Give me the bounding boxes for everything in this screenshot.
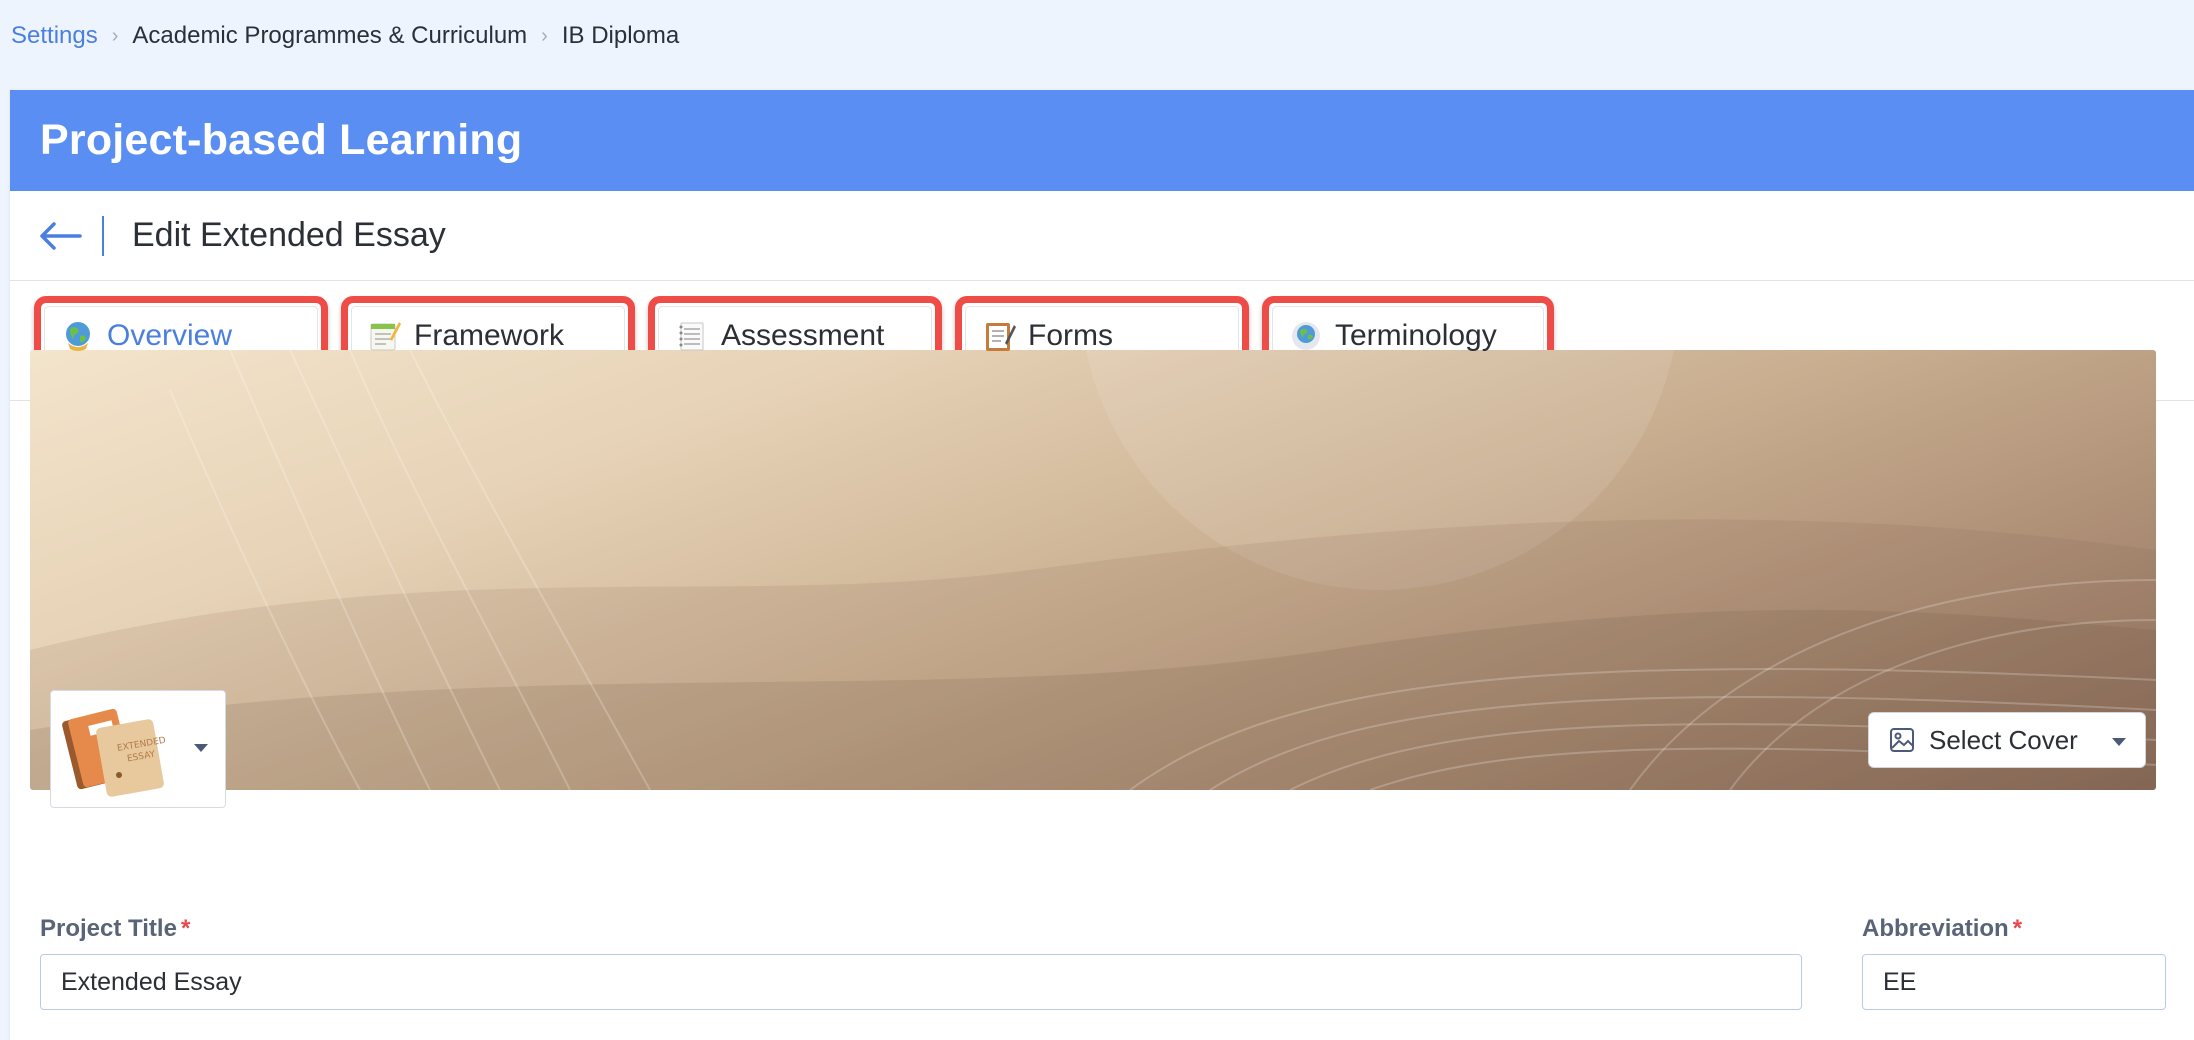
project-title-value: Extended Essay	[61, 967, 242, 996]
tab-framework-label: Framework	[414, 319, 565, 352]
subheader-title: Edit Extended Essay	[132, 216, 446, 254]
globe-icon	[1292, 322, 1320, 350]
page-header: Project-based Learning	[10, 90, 2194, 191]
page-title: Project-based Learning	[40, 116, 523, 164]
tab-assessment-label: Assessment	[721, 319, 885, 352]
project-title-label-text: Project Title	[40, 915, 177, 942]
tab-overview-label: Overview	[107, 319, 233, 352]
breadcrumb-settings[interactable]: Settings	[11, 22, 98, 50]
project-title-input[interactable]: Extended Essay	[40, 954, 1802, 1010]
required-mark: *	[180, 915, 191, 942]
globe-icon	[66, 322, 90, 351]
select-cover-label: Select Cover	[1929, 724, 2078, 755]
back-button[interactable]	[38, 214, 82, 258]
required-mark: *	[2012, 915, 2023, 942]
caret-down-icon	[2112, 738, 2126, 746]
tab-terminology-label: Terminology	[1335, 319, 1497, 352]
notebook-icon: EXTENDED ESSAY	[62, 708, 167, 797]
memo-icon	[370, 322, 401, 351]
chevron-right-icon: ›	[111, 24, 119, 47]
breadcrumb-ib-diploma: IB Diploma	[561, 22, 680, 49]
clipboard-icon	[986, 323, 1016, 351]
abbreviation-input[interactable]: EE	[1862, 954, 2166, 1010]
cover-image	[30, 350, 2156, 790]
tab-forms-label: Forms	[1028, 319, 1113, 352]
notepad-icon	[679, 322, 704, 351]
subheader: Edit Extended Essay	[10, 191, 2194, 281]
abbreviation-label-text: Abbreviation	[1862, 915, 2009, 942]
chevron-right-icon: ›	[541, 24, 548, 47]
divider	[102, 215, 104, 256]
arrow-left-icon	[40, 221, 82, 250]
breadcrumb: Settings › Academic Programmes & Curricu…	[11, 22, 679, 50]
select-cover-button[interactable]: Select Cover	[1868, 712, 2146, 768]
cover-waves	[30, 350, 2156, 790]
abbreviation-label: Abbreviation *	[1862, 915, 2022, 943]
breadcrumb-programmes[interactable]: Academic Programmes & Curriculum	[132, 22, 527, 50]
abbreviation-value: EE	[1883, 967, 1917, 996]
project-title-label: Project Title *	[40, 915, 190, 943]
caret-down-icon	[194, 744, 208, 752]
image-icon	[1890, 728, 1914, 752]
project-icon-picker[interactable]: EXTENDED ESSAY	[50, 690, 226, 808]
